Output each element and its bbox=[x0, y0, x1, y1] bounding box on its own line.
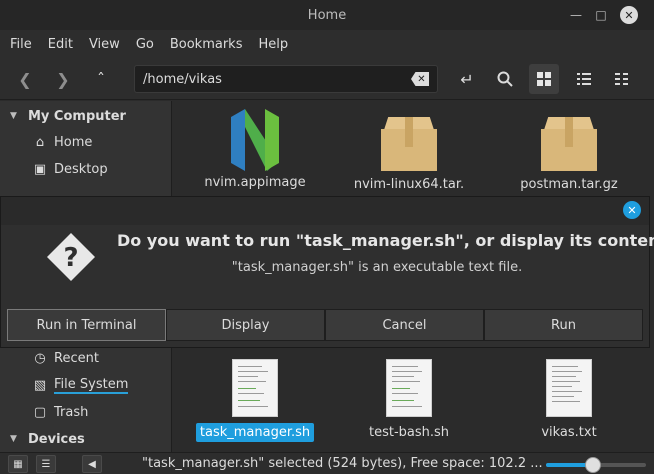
menu-edit[interactable]: Edit bbox=[48, 37, 73, 52]
file-name: test-bash.sh bbox=[368, 425, 450, 440]
trash-icon: ▢ bbox=[33, 404, 47, 420]
forward-arrow-icon[interactable]: ❯ bbox=[48, 64, 78, 94]
toolbar: ❮ ❯ ˆ /home/vikas ✕ ↵ bbox=[0, 58, 654, 100]
archive-box-icon bbox=[381, 117, 437, 171]
status-text: "task_manager.sh" selected (524 bytes), … bbox=[142, 456, 543, 471]
text-document-icon bbox=[232, 359, 278, 417]
dialog-subtitle: "task_manager.sh" is an executable text … bbox=[231, 260, 523, 275]
status-bar: ▦ ☰ ◀ "task_manager.sh" selected (524 by… bbox=[0, 452, 654, 474]
archive-box-icon bbox=[541, 117, 597, 171]
svg-text:?: ? bbox=[63, 243, 78, 273]
sidebar-section-label: Devices bbox=[28, 431, 85, 447]
file-item[interactable]: test-bash.sh bbox=[339, 359, 479, 442]
file-name: nvim.appimage bbox=[204, 175, 306, 190]
clear-location-icon[interactable]: ✕ bbox=[411, 72, 429, 86]
sidebar-item-label: Trash bbox=[54, 404, 89, 420]
dialog-button-row: Run in Terminal Display Cancel Run bbox=[7, 309, 643, 341]
menu-bar: File Edit View Go Bookmarks Help bbox=[0, 30, 654, 58]
expand-arrow-icon: ▼ bbox=[10, 111, 17, 121]
run-in-terminal-button[interactable]: Run in Terminal bbox=[7, 309, 166, 341]
sidebar-item-file-system[interactable]: ▧ File System bbox=[0, 372, 172, 398]
clock-icon: ◷ bbox=[34, 350, 46, 366]
home-icon: ⌂ bbox=[35, 134, 45, 150]
sidebar-item-home[interactable]: ⌂ Home bbox=[0, 129, 172, 155]
file-name: task_manager.sh bbox=[195, 423, 315, 442]
menu-view[interactable]: View bbox=[89, 37, 120, 52]
sidebar-section-label: My Computer bbox=[28, 108, 126, 124]
sidebar-item-label: Home bbox=[54, 134, 93, 150]
zoom-slider[interactable] bbox=[546, 457, 646, 473]
file-name: postman.tar.gz bbox=[520, 177, 618, 192]
compact-view-icon[interactable] bbox=[607, 64, 637, 94]
icon-view-icon[interactable] bbox=[529, 64, 559, 94]
run-button[interactable]: Run bbox=[484, 309, 643, 341]
toggle-location-icon[interactable]: ↵ bbox=[452, 64, 482, 94]
question-icon: ? bbox=[45, 231, 97, 283]
menu-help[interactable]: Help bbox=[258, 37, 288, 52]
file-item[interactable]: vikas.txt bbox=[499, 359, 639, 442]
run-or-display-dialog: ✕ ? Do you want to run "task_manager.sh"… bbox=[0, 196, 654, 348]
sidebar-item-trash[interactable]: ▢ Trash bbox=[0, 399, 172, 425]
file-item[interactable]: nvim-linux64.tar. bbox=[339, 117, 479, 194]
window-title: Home bbox=[307, 7, 347, 23]
zoom-slider-handle[interactable] bbox=[585, 457, 601, 473]
sidebar-item-recent[interactable]: ◷ Recent bbox=[0, 345, 172, 371]
title-bar: Home — □ ✕ bbox=[0, 0, 654, 30]
tree-sidebar-icon[interactable]: ☰ bbox=[36, 455, 56, 473]
places-sidebar-icon[interactable]: ▦ bbox=[8, 455, 28, 473]
sidebar-item-label: Recent bbox=[54, 350, 99, 366]
sidebar-item-label: File System bbox=[54, 376, 129, 394]
file-name: nvim-linux64.tar. bbox=[353, 177, 465, 192]
display-button[interactable]: Display bbox=[166, 309, 325, 341]
dialog-header bbox=[1, 197, 649, 225]
menu-bookmarks[interactable]: Bookmarks bbox=[170, 37, 243, 52]
menu-file[interactable]: File bbox=[10, 37, 32, 52]
back-arrow-icon[interactable]: ❮ bbox=[10, 64, 40, 94]
sidebar-item-desktop[interactable]: ▣ Desktop bbox=[0, 156, 172, 182]
minimize-icon[interactable]: — bbox=[567, 6, 585, 24]
dialog-close-icon[interactable]: ✕ bbox=[623, 201, 641, 219]
file-item[interactable]: nvim.appimage bbox=[185, 107, 325, 192]
file-item[interactable]: postman.tar.gz bbox=[499, 117, 639, 194]
list-view-icon[interactable] bbox=[569, 64, 599, 94]
menu-go[interactable]: Go bbox=[136, 37, 154, 52]
hide-sidebar-icon[interactable]: ◀ bbox=[82, 455, 102, 473]
text-document-icon bbox=[546, 359, 592, 417]
maximize-icon[interactable]: □ bbox=[592, 6, 610, 24]
up-arrow-icon[interactable]: ˆ bbox=[86, 64, 116, 94]
cancel-button[interactable]: Cancel bbox=[325, 309, 484, 341]
expand-arrow-icon: ▼ bbox=[10, 434, 17, 444]
dialog-title: Do you want to run "task_manager.sh", or… bbox=[117, 231, 654, 250]
path-text: /home/vikas bbox=[143, 71, 222, 87]
sidebar-item-label: Desktop bbox=[54, 161, 108, 177]
search-icon[interactable] bbox=[490, 64, 520, 94]
location-bar[interactable]: /home/vikas ✕ bbox=[134, 65, 438, 93]
close-window-icon[interactable]: ✕ bbox=[620, 6, 638, 24]
neovim-logo-icon bbox=[227, 107, 283, 173]
file-item-selected[interactable]: task_manager.sh bbox=[185, 359, 325, 442]
sidebar-section-devices[interactable]: ▼ Devices bbox=[0, 426, 172, 452]
sidebar-section-my-computer[interactable]: ▼ My Computer bbox=[0, 103, 172, 129]
drive-icon: ▧ bbox=[33, 377, 47, 393]
file-name: vikas.txt bbox=[541, 425, 597, 440]
desktop-icon: ▣ bbox=[33, 161, 47, 177]
text-document-icon bbox=[386, 359, 432, 417]
